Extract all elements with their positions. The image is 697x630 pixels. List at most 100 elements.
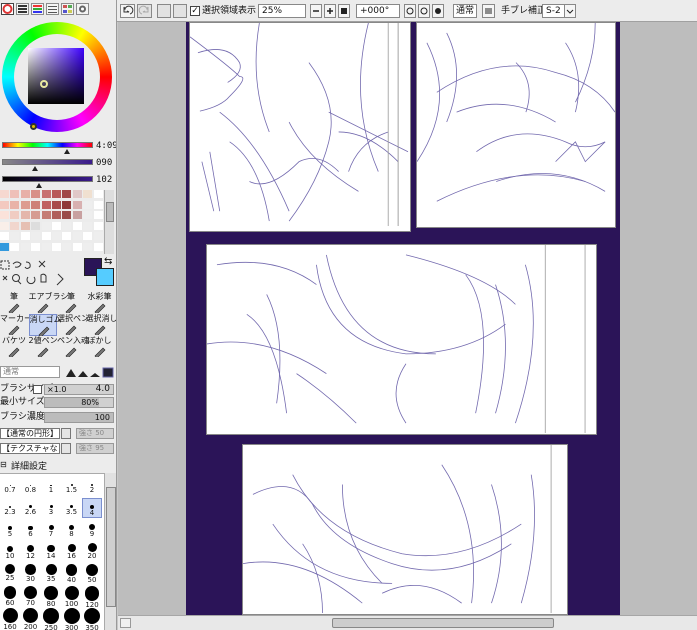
color-swatch[interactable] xyxy=(41,211,51,220)
tool-11[interactable]: ぼかし xyxy=(86,336,114,359)
brush-shape-dropdown-arrow[interactable] xyxy=(61,428,71,439)
color-swatch[interactable] xyxy=(83,243,93,251)
brush-size-preset[interactable]: 200 xyxy=(21,608,41,630)
color-swatch[interactable] xyxy=(10,243,20,251)
zoom-field[interactable]: 25% xyxy=(258,4,306,18)
brush-size-preset[interactable]: 3.5 xyxy=(62,498,82,516)
brush-size-preset[interactable]: 20 xyxy=(82,542,102,560)
saturation-slider-handle[interactable] xyxy=(32,166,38,171)
color-swatch[interactable] xyxy=(20,243,30,251)
redo-button[interactable] xyxy=(137,4,152,18)
brush-shape-buttons[interactable] xyxy=(64,366,114,378)
brush-size-preset[interactable]: 6 xyxy=(21,520,41,538)
tool-9[interactable]: 2値ペン xyxy=(29,336,58,359)
invert-selection-button[interactable] xyxy=(173,4,187,18)
color-swatch[interactable] xyxy=(83,211,93,220)
comic-panel-2[interactable] xyxy=(416,22,616,228)
texture-dropdown-arrow[interactable] xyxy=(61,443,71,454)
color-swatch[interactable] xyxy=(31,211,41,220)
color-swatch[interactable] xyxy=(72,190,82,198)
color-swatch[interactable] xyxy=(0,200,9,209)
zoom-reset-button[interactable] xyxy=(338,4,350,18)
hue-slider[interactable] xyxy=(2,142,93,148)
texture-select[interactable]: 【テクスチャなし】 xyxy=(0,443,60,454)
color-swatch[interactable] xyxy=(20,221,30,230)
swatches-icon[interactable] xyxy=(61,3,74,15)
brush-size-preset[interactable]: 250 xyxy=(41,608,61,630)
sv-cursor[interactable] xyxy=(40,80,48,88)
color-swatch[interactable] xyxy=(31,243,41,251)
color-swatch[interactable] xyxy=(10,232,20,241)
color-swatch[interactable] xyxy=(10,211,20,220)
zoom-out-button[interactable] xyxy=(310,4,322,18)
tool-8[interactable]: バケツ xyxy=(0,336,28,359)
color-swatch[interactable] xyxy=(72,221,82,230)
brush-size-preset[interactable]: 3 xyxy=(41,498,61,516)
tool-7[interactable]: 選択消し xyxy=(86,314,116,337)
brush-size-preset[interactable]: 1 xyxy=(41,476,61,494)
brush-size-slider[interactable]: ×1.0 4.0 xyxy=(44,384,114,395)
swatch-scrollbar[interactable] xyxy=(104,190,114,254)
color-swatch[interactable] xyxy=(93,221,103,230)
color-swatch[interactable] xyxy=(20,190,30,198)
color-swatch[interactable] xyxy=(31,221,41,230)
flip-view-button[interactable] xyxy=(482,4,495,18)
color-swatch[interactable] xyxy=(0,221,9,230)
brush-size-preset[interactable]: 9 xyxy=(82,520,102,538)
color-swatch[interactable] xyxy=(10,221,20,230)
color-swatch[interactable] xyxy=(83,190,93,198)
color-swatch[interactable] xyxy=(93,211,103,220)
color-swatch[interactable] xyxy=(93,232,103,241)
brush-size-preset[interactable]: 80 xyxy=(41,586,61,608)
brush-size-preset[interactable]: 120 xyxy=(82,586,102,609)
rotation-field[interactable]: +000° xyxy=(356,4,400,18)
color-swatch[interactable] xyxy=(62,221,72,230)
secondary-color-box[interactable] xyxy=(96,268,114,286)
hsv-sliders-icon[interactable] xyxy=(31,3,44,15)
show-selection-checkbox[interactable]: ✓ xyxy=(190,6,200,16)
scroll-left-icon[interactable] xyxy=(120,618,131,628)
brush-size-preset[interactable]: 2.6 xyxy=(21,498,41,516)
brush-size-preset[interactable]: 2 xyxy=(82,476,102,494)
color-swatch[interactable] xyxy=(31,232,41,241)
intermediate-colors-icon[interactable] xyxy=(46,3,59,15)
color-wheel[interactable] xyxy=(2,22,112,132)
undo-button[interactable] xyxy=(120,4,135,18)
color-swatch[interactable] xyxy=(93,190,103,198)
brush-size-preset[interactable]: 0.7 xyxy=(0,476,20,494)
color-swatch[interactable] xyxy=(41,221,51,230)
color-swatch[interactable] xyxy=(20,211,30,220)
brush-size-preset[interactable]: 35 xyxy=(41,564,61,583)
rgb-sliders-icon[interactable] xyxy=(16,3,29,15)
brush-size-preset[interactable]: 350 xyxy=(82,608,102,630)
rotate-left-button[interactable] xyxy=(404,4,416,18)
saturation-value-square[interactable] xyxy=(28,48,84,104)
rotate-reset-button[interactable] xyxy=(432,4,444,18)
tool-3[interactable]: 水彩筆 xyxy=(86,292,114,315)
color-swatch[interactable] xyxy=(93,200,103,209)
color-swatch[interactable] xyxy=(31,200,41,209)
color-swatch[interactable] xyxy=(0,243,9,251)
view-mode-button[interactable]: 通常 xyxy=(453,4,477,18)
color-swatch[interactable] xyxy=(83,221,93,230)
color-swatch[interactable] xyxy=(52,221,61,230)
hue-cursor[interactable] xyxy=(30,123,37,130)
tool-4[interactable]: マーカー xyxy=(0,314,32,337)
hue-slider-handle[interactable] xyxy=(64,149,70,154)
deselect-button[interactable] xyxy=(157,4,171,18)
brush-size-preset[interactable]: 30 xyxy=(21,564,41,583)
tool-10[interactable]: ペン入魂 xyxy=(57,336,89,359)
color-swatch[interactable] xyxy=(52,243,61,251)
brush-size-preset[interactable]: 16 xyxy=(62,542,82,560)
brush-size-preset[interactable]: 25 xyxy=(0,564,20,582)
brush-presets-scrollbar[interactable] xyxy=(104,473,116,630)
zoom-in-button[interactable] xyxy=(324,4,336,18)
color-swatch[interactable] xyxy=(62,232,72,241)
tool-2[interactable]: 筆 xyxy=(57,292,85,315)
brush-size-preset[interactable]: 0.8 xyxy=(21,476,41,494)
saturation-slider[interactable] xyxy=(2,159,93,165)
tool-5[interactable]: 消しゴム xyxy=(28,314,62,338)
color-swatch[interactable] xyxy=(93,243,103,251)
canvas-horizontal-scrollbar[interactable] xyxy=(118,615,697,630)
brush-size-preset[interactable]: 8 xyxy=(62,520,82,538)
